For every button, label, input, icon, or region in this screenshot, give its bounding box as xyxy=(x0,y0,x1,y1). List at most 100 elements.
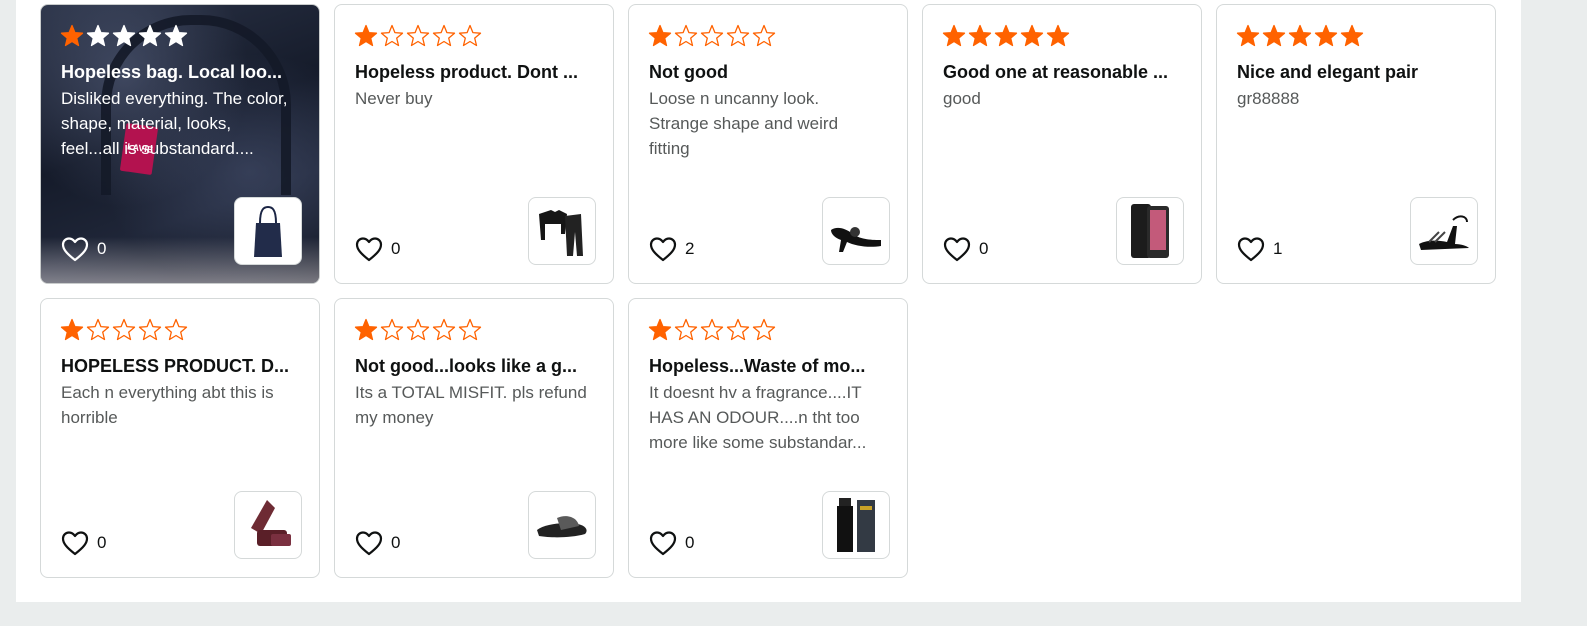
heart-icon xyxy=(355,237,383,262)
review-card[interactable]: Nice and elegant pair gr88888 1 xyxy=(1216,4,1496,284)
review-title: Hopeless bag. Local loo... xyxy=(61,62,283,82)
star-filled-icon xyxy=(1314,24,1338,47)
product-thumbnail[interactable] xyxy=(822,197,890,265)
star-filled-icon xyxy=(1288,24,1312,47)
star-empty-icon xyxy=(86,24,110,47)
phone-case-icon xyxy=(1131,204,1169,258)
review-body: It doesnt hv a fragrance....IT HAS AN OD… xyxy=(649,383,867,452)
review-card[interactable]: Not good...looks like a g... Its a TOTAL… xyxy=(334,298,614,578)
review-title: Not good...looks like a g... xyxy=(355,356,578,376)
star-empty-icon xyxy=(112,24,136,47)
star-empty-icon xyxy=(458,318,482,341)
heart-icon xyxy=(649,237,677,262)
slipper-icon xyxy=(537,516,587,538)
review-title: Hopeless...Waste of mo... xyxy=(649,356,866,376)
review-body: Its a TOTAL MISFIT. pls refund my money xyxy=(355,383,587,427)
star-filled-icon xyxy=(994,24,1018,47)
star-empty-icon xyxy=(752,24,776,47)
like-button[interactable]: 0 xyxy=(61,529,106,557)
heart-icon xyxy=(61,237,89,262)
star-filled-icon xyxy=(648,24,672,47)
heart-icon xyxy=(943,237,971,262)
product-thumbnail[interactable] xyxy=(234,491,302,559)
review-body: Disliked everything. The color, shape, m… xyxy=(61,89,288,158)
star-empty-icon xyxy=(700,24,724,47)
review-card[interactable]: Hopeless product. Dont ... Never buy 0 xyxy=(334,4,614,284)
review-body: gr88888 xyxy=(1237,89,1300,108)
review-body: Each n everything abt this is horrible xyxy=(61,383,274,427)
star-empty-icon xyxy=(164,24,188,47)
like-count: 0 xyxy=(685,533,695,552)
star-rating xyxy=(648,318,776,344)
review-title: Not good xyxy=(649,62,728,82)
product-thumbnail[interactable] xyxy=(1116,197,1184,265)
like-count: 0 xyxy=(979,239,989,258)
review-card[interactable]: Not good Loose n uncanny look. Strange s… xyxy=(628,4,908,284)
star-rating xyxy=(354,318,482,344)
star-empty-icon xyxy=(674,24,698,47)
star-empty-icon xyxy=(380,24,404,47)
star-filled-icon xyxy=(1262,24,1286,47)
star-filled-icon xyxy=(1236,24,1260,47)
review-title: Nice and elegant pair xyxy=(1237,62,1419,82)
review-card[interactable]: LAVIE Hopeless bag. Local loo... Dislike… xyxy=(40,4,320,284)
sandal-icon xyxy=(1419,215,1469,250)
like-count: 0 xyxy=(391,239,401,258)
like-button[interactable]: 1 xyxy=(1237,235,1282,263)
review-card[interactable]: Hopeless...Waste of mo... It doesnt hv a… xyxy=(628,298,908,578)
like-button[interactable]: 0 xyxy=(61,235,106,263)
star-filled-icon xyxy=(60,318,84,341)
star-empty-icon xyxy=(674,318,698,341)
star-empty-icon xyxy=(432,24,456,47)
star-empty-icon xyxy=(112,318,136,341)
like-button[interactable]: 0 xyxy=(943,235,988,263)
star-empty-icon xyxy=(406,318,430,341)
star-rating xyxy=(60,24,188,50)
star-filled-icon xyxy=(968,24,992,47)
heart-icon xyxy=(61,531,89,556)
like-button[interactable]: 2 xyxy=(649,235,694,263)
heart-icon xyxy=(355,531,383,556)
star-empty-icon xyxy=(726,318,750,341)
star-empty-icon xyxy=(138,24,162,47)
product-thumbnail[interactable] xyxy=(528,491,596,559)
like-count: 0 xyxy=(391,533,401,552)
star-empty-icon xyxy=(86,318,110,341)
heel-shoe-icon xyxy=(831,227,881,252)
review-body: Never buy xyxy=(355,89,433,108)
star-empty-icon xyxy=(700,318,724,341)
review-body: good xyxy=(943,89,981,108)
heart-icon xyxy=(1237,237,1265,262)
like-button[interactable]: 0 xyxy=(355,235,400,263)
product-thumbnail[interactable] xyxy=(528,197,596,265)
lipstick-icon xyxy=(251,500,291,546)
like-button[interactable]: 0 xyxy=(649,529,694,557)
star-empty-icon xyxy=(380,318,404,341)
product-thumbnail[interactable] xyxy=(1410,197,1478,265)
star-filled-icon xyxy=(1046,24,1070,47)
like-count: 1 xyxy=(1273,239,1283,258)
tote-bag-icon xyxy=(254,205,282,257)
like-count: 2 xyxy=(685,239,695,258)
review-title: Good one at reasonable ... xyxy=(943,62,1169,82)
star-empty-icon xyxy=(752,318,776,341)
review-card[interactable]: HOPELESS PRODUCT. D... Each n everything… xyxy=(40,298,320,578)
star-rating xyxy=(942,24,1070,50)
reviews-panel: LAVIE Hopeless bag. Local loo... Dislike… xyxy=(16,0,1521,602)
like-button[interactable]: 0 xyxy=(355,529,400,557)
star-rating xyxy=(60,318,188,344)
star-filled-icon xyxy=(942,24,966,47)
star-filled-icon xyxy=(1020,24,1044,47)
star-empty-icon xyxy=(432,318,456,341)
product-thumbnail[interactable] xyxy=(822,491,890,559)
review-card[interactable]: Good one at reasonable ... good 0 xyxy=(922,4,1202,284)
review-title: Hopeless product. Dont ... xyxy=(355,62,579,82)
star-empty-icon xyxy=(406,24,430,47)
star-empty-icon xyxy=(726,24,750,47)
like-count: 0 xyxy=(97,239,107,258)
star-filled-icon xyxy=(354,24,378,47)
star-empty-icon xyxy=(458,24,482,47)
product-thumbnail[interactable] xyxy=(234,197,302,265)
heart-icon xyxy=(649,531,677,556)
star-filled-icon xyxy=(1340,24,1364,47)
